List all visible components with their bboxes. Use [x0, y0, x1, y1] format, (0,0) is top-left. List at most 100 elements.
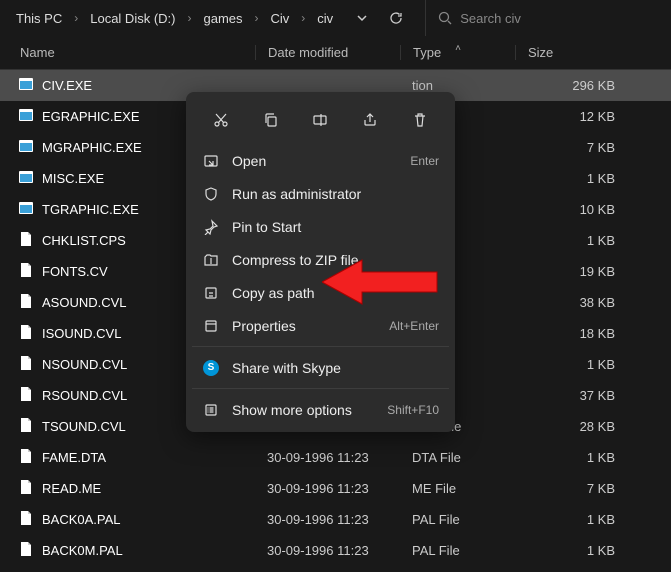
- file-row[interactable]: BACK0A.PAL30-09-1996 11:23PAL File1 KB: [0, 504, 671, 535]
- file-name: MGRAPHIC.EXE: [42, 140, 142, 155]
- file-name: RSOUND.CVL: [42, 388, 127, 403]
- document-icon: [18, 355, 34, 374]
- search-placeholder: Search civ: [460, 11, 521, 26]
- address-bar: This PC › Local Disk (D:) › games › Civ …: [0, 0, 671, 36]
- rename-button[interactable]: [304, 104, 336, 136]
- menu-properties[interactable]: Properties Alt+Enter: [192, 309, 449, 342]
- menu-skype-label: Share with Skype: [232, 360, 439, 376]
- application-icon: [18, 76, 34, 95]
- file-name: CHKLIST.CPS: [42, 233, 126, 248]
- menu-copy-as-path[interactable]: Copy as path: [192, 276, 449, 309]
- menu-run-admin[interactable]: Run as administrator: [192, 177, 449, 210]
- breadcrumb-thispc[interactable]: This PC: [10, 9, 68, 28]
- file-size: 38 KB: [515, 295, 635, 310]
- document-icon: [18, 541, 34, 560]
- file-name: READ.ME: [42, 481, 101, 496]
- document-icon: [18, 386, 34, 405]
- file-name: ISOUND.CVL: [42, 326, 121, 341]
- context-menu: Open Enter Run as administrator Pin to S…: [186, 92, 455, 432]
- file-date: 30-09-1996 11:23: [255, 450, 400, 465]
- chevron-right-icon: ›: [185, 11, 193, 25]
- breadcrumb-civ[interactable]: Civ: [265, 9, 296, 28]
- file-row[interactable]: FAME.DTA30-09-1996 11:23DTA File1 KB: [0, 442, 671, 473]
- search-icon: [438, 11, 452, 25]
- menu-share-skype[interactable]: S Share with Skype: [192, 351, 449, 384]
- file-name: EGRAPHIC.EXE: [42, 109, 140, 124]
- file-size: 12 KB: [515, 109, 635, 124]
- menu-action-bar: [192, 98, 449, 144]
- file-type: PAL File: [400, 543, 515, 558]
- document-icon: [18, 231, 34, 250]
- menu-pin-start[interactable]: Pin to Start: [192, 210, 449, 243]
- column-headers: Name Date modified ˄Type Size: [0, 36, 671, 70]
- cut-button[interactable]: [205, 104, 237, 136]
- application-icon: [18, 138, 34, 157]
- application-icon: [18, 107, 34, 126]
- file-size: 1 KB: [515, 450, 635, 465]
- refresh-button[interactable]: [381, 3, 411, 33]
- search-input[interactable]: Search civ: [425, 0, 671, 36]
- menu-compress-zip[interactable]: Compress to ZIP file: [192, 243, 449, 276]
- menu-separator: [192, 388, 449, 389]
- copy-button[interactable]: [255, 104, 287, 136]
- file-type: tion: [400, 78, 515, 93]
- menu-open[interactable]: Open Enter: [192, 144, 449, 177]
- file-size: 37 KB: [515, 388, 635, 403]
- file-size: 1 KB: [515, 233, 635, 248]
- file-name: BACK0A.PAL: [42, 512, 121, 527]
- column-type[interactable]: ˄Type: [400, 45, 515, 60]
- share-button[interactable]: [354, 104, 386, 136]
- file-name: BACK0M.PAL: [42, 543, 123, 558]
- document-icon: [18, 479, 34, 498]
- column-date[interactable]: Date modified: [255, 45, 400, 60]
- file-size: 18 KB: [515, 326, 635, 341]
- menu-open-label: Open: [232, 153, 398, 169]
- document-icon: [18, 448, 34, 467]
- document-icon: [18, 262, 34, 281]
- chevron-right-icon: ›: [253, 11, 261, 25]
- copy-path-icon: [202, 284, 220, 302]
- file-name: TGRAPHIC.EXE: [42, 202, 139, 217]
- file-size: 28 KB: [515, 419, 635, 434]
- open-icon: [202, 152, 220, 170]
- file-size: 1 KB: [515, 357, 635, 372]
- file-row[interactable]: BACK0M.PAL30-09-1996 11:23PAL File1 KB: [0, 535, 671, 566]
- file-name: MISC.EXE: [42, 171, 104, 186]
- menu-zip-label: Compress to ZIP file: [232, 252, 439, 268]
- file-type: PAL File: [400, 512, 515, 527]
- file-type: DTA File: [400, 450, 515, 465]
- shield-icon: [202, 185, 220, 203]
- file-name: FONTS.CV: [42, 264, 108, 279]
- file-size: 296 KB: [515, 78, 635, 93]
- menu-more-label: Show more options: [232, 402, 375, 418]
- column-size[interactable]: Size: [515, 45, 635, 60]
- delete-button[interactable]: [404, 104, 436, 136]
- history-dropdown[interactable]: [347, 3, 377, 33]
- file-size: 19 KB: [515, 264, 635, 279]
- breadcrumb-games[interactable]: games: [197, 9, 248, 28]
- file-date: 30-09-1996 11:23: [255, 543, 400, 558]
- menu-pin-label: Pin to Start: [232, 219, 439, 235]
- file-name: NSOUND.CVL: [42, 357, 127, 372]
- menu-separator: [192, 346, 449, 347]
- chevron-right-icon: ›: [299, 11, 307, 25]
- column-name[interactable]: Name: [0, 45, 255, 60]
- file-size: 10 KB: [515, 202, 635, 217]
- application-icon: [18, 169, 34, 188]
- file-row[interactable]: READ.ME30-09-1996 11:23ME File7 KB: [0, 473, 671, 504]
- menu-open-shortcut: Enter: [410, 154, 439, 168]
- menu-properties-label: Properties: [232, 318, 377, 334]
- breadcrumb-civ2[interactable]: civ: [311, 9, 339, 28]
- file-name: TSOUND.CVL: [42, 419, 126, 434]
- file-size: 7 KB: [515, 140, 635, 155]
- menu-show-more[interactable]: Show more options Shift+F10: [192, 393, 449, 426]
- pin-icon: [202, 218, 220, 236]
- properties-icon: [202, 317, 220, 335]
- document-icon: [18, 293, 34, 312]
- file-size: 7 KB: [515, 481, 635, 496]
- application-icon: [18, 200, 34, 219]
- menu-more-shortcut: Shift+F10: [387, 403, 439, 417]
- chevron-right-icon: ›: [72, 11, 80, 25]
- document-icon: [18, 510, 34, 529]
- breadcrumb-drive[interactable]: Local Disk (D:): [84, 9, 181, 28]
